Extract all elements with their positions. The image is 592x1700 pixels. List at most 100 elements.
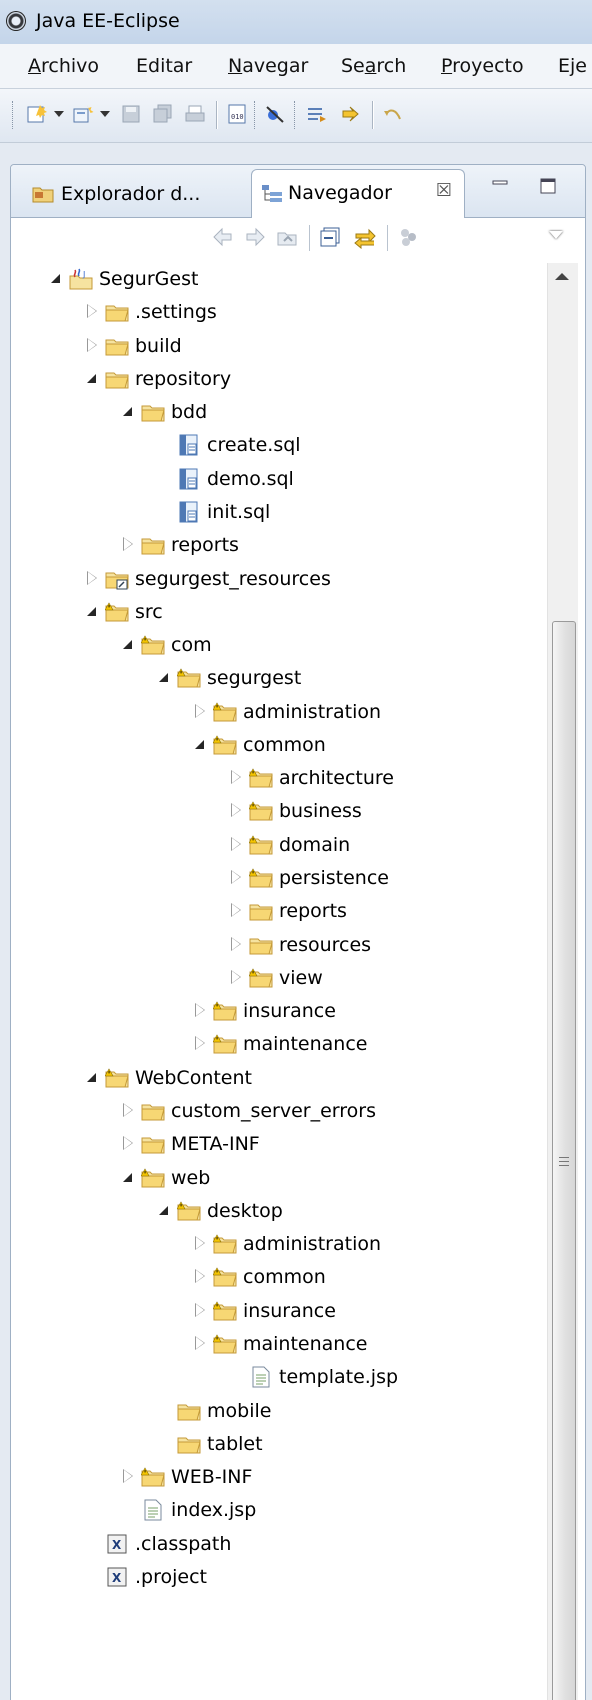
tree-item[interactable]: .settings — [11, 296, 541, 331]
print-icon[interactable] — [184, 103, 206, 125]
tab-navegador[interactable]: Navegador ☒ — [251, 169, 465, 218]
collapse-arrow-icon[interactable] — [193, 737, 207, 751]
vertical-scrollbar[interactable] — [547, 263, 578, 1700]
working-sets-icon[interactable] — [397, 225, 421, 249]
menu-editar[interactable]: Editar — [136, 55, 192, 77]
tree-item[interactable]: architecture — [11, 762, 541, 797]
collapse-arrow-icon[interactable] — [157, 1203, 171, 1217]
skip-breakpoints-icon[interactable] — [264, 103, 286, 125]
tree-item[interactable]: segurgest_resources — [11, 563, 541, 598]
tree-item[interactable]: maintenance — [11, 1328, 541, 1363]
new-dropdown-icon[interactable] — [54, 111, 64, 117]
tree-item[interactable]: demo.sql — [11, 463, 541, 498]
collapse-arrow-icon[interactable] — [85, 1070, 99, 1084]
expand-arrow-icon[interactable] — [85, 304, 99, 319]
tree-item[interactable]: bdd — [11, 396, 541, 431]
collapse-arrow-icon[interactable] — [85, 604, 99, 618]
tree-item[interactable]: business — [11, 795, 541, 830]
save-all-icon[interactable] — [152, 103, 174, 125]
tree-item[interactable]: tablet — [11, 1428, 541, 1463]
tab-explorador[interactable]: Explorador d... — [15, 171, 251, 216]
tree-item[interactable]: template.jsp — [11, 1361, 541, 1396]
tree-item[interactable]: init.sql — [11, 496, 541, 531]
tree-item[interactable]: index.jsp — [11, 1494, 541, 1529]
collapse-arrow-icon[interactable] — [49, 271, 63, 285]
back-icon[interactable] — [382, 103, 404, 125]
tree-item[interactable]: administration — [11, 1228, 541, 1263]
tree-item[interactable]: insurance — [11, 1295, 541, 1330]
expand-arrow-icon[interactable] — [193, 1003, 207, 1018]
expand-arrow-icon[interactable] — [121, 1469, 135, 1484]
expand-arrow-icon[interactable] — [229, 936, 243, 951]
run-icon[interactable] — [340, 103, 362, 125]
tree-item[interactable]: src — [11, 596, 541, 631]
tree-item[interactable]: create.sql — [11, 429, 541, 464]
up-folder-icon[interactable] — [275, 225, 299, 249]
scrollbar-thumb[interactable] — [552, 621, 576, 1700]
collapse-arrow-icon[interactable] — [121, 404, 135, 418]
tree-item[interactable]: X .classpath — [11, 1528, 541, 1563]
toolbar-grip[interactable] — [254, 101, 258, 129]
collapse-arrow-icon[interactable] — [121, 637, 135, 651]
new-project-dropdown-icon[interactable] — [100, 111, 110, 117]
scroll-up-icon[interactable] — [555, 273, 569, 280]
tree-item[interactable]: reports — [11, 529, 541, 564]
tree-item[interactable]: web — [11, 1162, 541, 1197]
view-menu-icon[interactable] — [549, 231, 563, 239]
binary-icon[interactable]: 010 — [226, 103, 248, 125]
tree-item[interactable]: build — [11, 330, 541, 365]
tree-item[interactable]: common — [11, 729, 541, 764]
expand-arrow-icon[interactable] — [229, 803, 243, 818]
close-icon[interactable]: ☒ — [436, 180, 452, 201]
tree-item[interactable]: insurance — [11, 995, 541, 1030]
back-arrow-icon[interactable] — [211, 225, 235, 249]
tree-item[interactable]: custom_server_errors — [11, 1095, 541, 1130]
menu-navegar[interactable]: Navegar — [228, 55, 308, 77]
toolbar-grip[interactable] — [12, 101, 16, 129]
tree-item[interactable]: repository — [11, 363, 541, 398]
link-with-editor-icon[interactable] — [353, 225, 377, 249]
expand-arrow-icon[interactable] — [193, 1302, 207, 1317]
expand-arrow-icon[interactable] — [193, 1236, 207, 1251]
tree-item[interactable]: reports — [11, 895, 541, 930]
tree-item[interactable]: WEB-INF — [11, 1461, 541, 1496]
collapse-all-icon[interactable] — [319, 225, 343, 249]
expand-arrow-icon[interactable] — [229, 969, 243, 984]
collapse-arrow-icon[interactable] — [85, 371, 99, 385]
tree-item[interactable]: desktop — [11, 1195, 541, 1230]
tree-item[interactable]: segurgest — [11, 662, 541, 697]
maximize-icon[interactable] — [537, 175, 559, 197]
toolbar-grip[interactable] — [294, 101, 298, 129]
save-icon[interactable] — [120, 103, 142, 125]
expand-arrow-icon[interactable] — [121, 1103, 135, 1117]
tree-item[interactable]: mobile — [11, 1395, 541, 1430]
tree-item[interactable]: administration — [11, 696, 541, 731]
tree-item[interactable]: maintenance — [11, 1028, 541, 1063]
expand-arrow-icon[interactable] — [193, 703, 207, 718]
tree-item[interactable]: J SegurGest — [11, 263, 541, 298]
expand-arrow-icon[interactable] — [193, 1269, 207, 1284]
tree-item[interactable]: view — [11, 962, 541, 997]
tree-item[interactable]: com — [11, 629, 541, 664]
expand-arrow-icon[interactable] — [121, 1136, 135, 1151]
expand-arrow-icon[interactable] — [229, 836, 243, 851]
expand-arrow-icon[interactable] — [85, 337, 99, 352]
tree-item[interactable]: resources — [11, 929, 541, 964]
expand-arrow-icon[interactable] — [229, 903, 243, 918]
expand-arrow-icon[interactable] — [193, 1036, 207, 1051]
expand-arrow-icon[interactable] — [229, 870, 243, 885]
tree-item[interactable]: domain — [11, 829, 541, 864]
forward-arrow-icon[interactable] — [243, 225, 267, 249]
expand-arrow-icon[interactable] — [229, 770, 243, 785]
expand-arrow-icon[interactable] — [85, 570, 99, 585]
menu-ejecutar[interactable]: Eje — [558, 55, 587, 77]
tree-item[interactable]: persistence — [11, 862, 541, 897]
expand-arrow-icon[interactable] — [121, 537, 135, 552]
new-project-icon[interactable] — [72, 103, 94, 125]
tree-item[interactable]: META-INF — [11, 1128, 541, 1163]
tree-item[interactable]: common — [11, 1261, 541, 1296]
menu-proyecto[interactable]: Proyecto — [441, 55, 524, 77]
tree-item[interactable]: WebContent — [11, 1062, 541, 1097]
collapse-arrow-icon[interactable] — [157, 670, 171, 684]
minimize-icon[interactable] — [489, 175, 511, 197]
